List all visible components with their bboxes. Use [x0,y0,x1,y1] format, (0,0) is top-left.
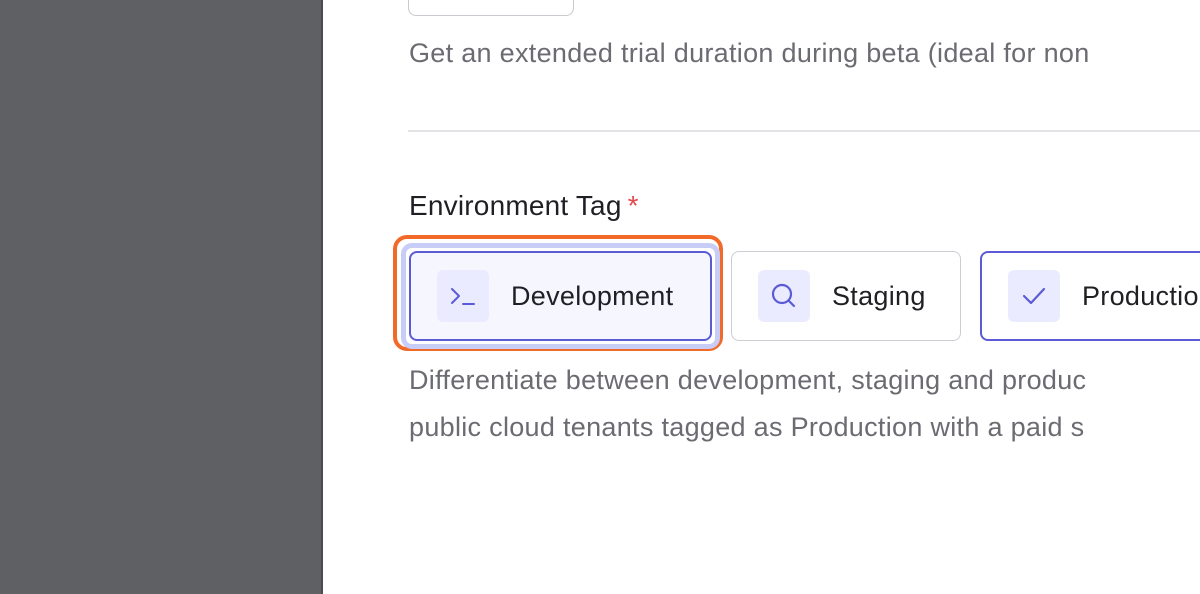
search-icon [758,270,810,322]
check-icon [1008,270,1060,322]
option-label-staging: Staging [832,280,926,311]
terminal-icon [437,270,489,322]
option-label-development: Development [511,280,674,311]
environment-help-line-2: public cloud tenants tagged as Productio… [409,412,1085,442]
main-content: Get an extended trial duration during be… [323,0,1200,594]
required-marker: * [627,190,639,221]
environment-option-production[interactable]: Productio [980,251,1200,341]
environment-help-line-1: Differentiate between development, stagi… [409,365,1087,395]
environment-tag-label: Environment Tag * [409,190,639,222]
trial-help-text: Get an extended trial duration during be… [409,38,1090,68]
section-divider [408,130,1200,132]
trial-duration-field[interactable] [408,0,574,16]
sidebar-overlay [0,0,321,594]
environment-tag-label-text: Environment Tag [409,190,622,221]
option-label-production: Productio [1082,280,1199,311]
environment-option-development[interactable]: Development [409,251,712,341]
environment-option-staging[interactable]: Staging [731,251,961,341]
